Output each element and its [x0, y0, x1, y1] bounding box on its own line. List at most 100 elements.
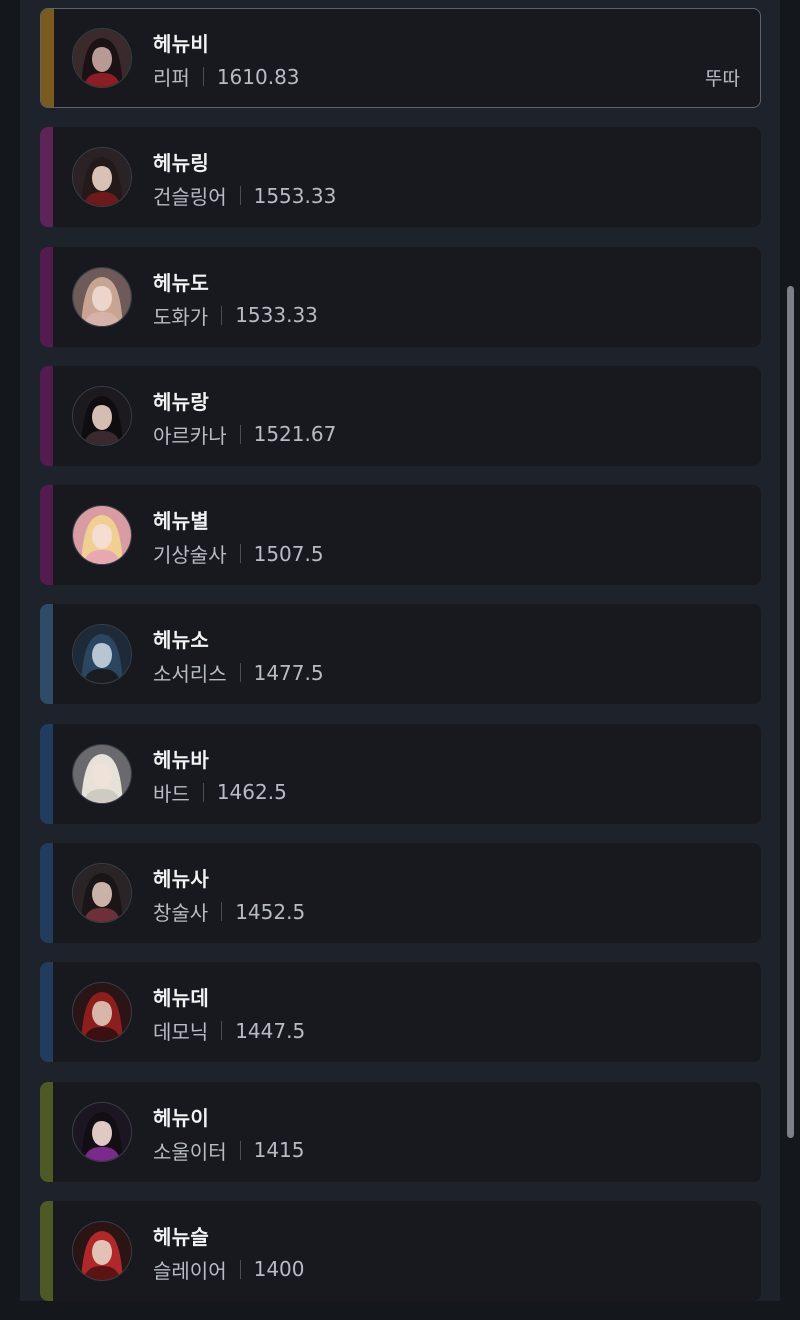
divider	[202, 782, 204, 802]
class-color-stripe	[40, 723, 53, 824]
character-avatar	[72, 1101, 132, 1162]
item-level: 1533.33	[235, 303, 318, 328]
character-class: 창술사	[153, 901, 209, 926]
character-card[interactable]: 헤뉴링 건슬링어 1553.33	[40, 127, 761, 228]
character-avatar	[72, 385, 132, 446]
character-class: 소울이터	[153, 1139, 227, 1164]
character-name: 헤뉴사	[153, 867, 210, 892]
class-color-stripe	[40, 604, 53, 705]
character-info: 데모닉 1447.5	[153, 1016, 305, 1045]
character-name: 헤뉴비	[153, 32, 210, 56]
character-avatar	[72, 1220, 132, 1281]
character-name: 헤뉴이	[153, 1105, 210, 1130]
character-name: 헤뉴랑	[153, 389, 210, 414]
character-info: 소서리스 1477.5	[153, 658, 324, 687]
character-avatar	[72, 982, 132, 1043]
portrait-image	[73, 744, 131, 803]
item-level: 1610.83	[216, 64, 300, 89]
character-list: 헤뉴비 리퍼 1610.83 뚜따 헤뉴링 건슬링어 1553.33 헤뉴도 도…	[40, 8, 761, 1320]
character-card[interactable]: 헤뉴슬 슬레이어 1400	[40, 1200, 761, 1301]
character-card[interactable]: 헤뉴이 소울이터 1415	[40, 1081, 761, 1182]
item-level: 1521.67	[253, 422, 337, 447]
divider	[239, 663, 241, 683]
item-level: 1452.5	[235, 899, 306, 924]
character-class: 아르카나	[153, 423, 227, 448]
character-card[interactable]: 헤뉴바 바드 1462.5	[40, 723, 761, 824]
character-card[interactable]: 헤뉴도 도화가 1533.33	[40, 246, 761, 347]
character-info: 아르카나 1521.67	[153, 420, 336, 449]
character-avatar	[72, 505, 132, 566]
divider	[239, 424, 241, 444]
character-card[interactable]: 헤뉴별 기상술사 1507.5	[40, 485, 761, 586]
divider	[221, 902, 223, 922]
class-color-stripe	[41, 9, 54, 107]
character-card[interactable]: 헤뉴사 창술사 1452.5	[40, 843, 761, 944]
character-card[interactable]: 헤뉴비 리퍼 1610.83 뚜따	[40, 8, 761, 108]
class-color-stripe	[40, 962, 53, 1063]
item-level: 1447.5	[235, 1018, 306, 1043]
divider	[221, 305, 223, 325]
class-color-stripe	[40, 843, 53, 944]
character-avatar	[72, 266, 132, 327]
character-class: 건슬링어	[153, 185, 227, 210]
item-level: 1477.5	[253, 660, 324, 685]
item-level: 1507.5	[253, 541, 324, 566]
character-name: 헤뉴별	[153, 509, 210, 534]
character-name: 헤뉴데	[153, 986, 210, 1011]
character-class: 데모닉	[153, 1020, 209, 1045]
server-tag: 뚜따	[705, 68, 740, 90]
portrait-image	[73, 29, 131, 87]
portrait-image	[73, 983, 131, 1042]
character-card[interactable]: 헤뉴소 소서리스 1477.5	[40, 604, 761, 705]
character-card[interactable]: 헤뉴데 데모닉 1447.5	[40, 962, 761, 1063]
character-name: 헤뉴슬	[153, 1224, 210, 1249]
divider	[239, 1259, 241, 1279]
portrait-image	[73, 267, 131, 326]
character-info: 창술사 1452.5	[153, 897, 305, 926]
item-level: 1400	[253, 1257, 305, 1282]
character-card[interactable]: 헤뉴랑 아르카나 1521.67	[40, 365, 761, 466]
character-class: 소서리스	[153, 662, 227, 687]
character-avatar	[72, 863, 132, 924]
class-color-stripe	[40, 1200, 53, 1301]
character-info: 도화가 1533.33	[153, 301, 318, 330]
portrait-image	[73, 625, 131, 684]
character-class: 리퍼	[153, 66, 190, 90]
character-avatar	[72, 743, 132, 804]
divider	[239, 544, 241, 564]
portrait-image	[73, 864, 131, 923]
character-class: 슬레이어	[153, 1258, 227, 1283]
character-name: 헤뉴소	[153, 628, 210, 653]
divider	[239, 186, 241, 206]
character-name: 헤뉴바	[153, 747, 210, 772]
character-class: 도화가	[153, 304, 209, 329]
divider	[202, 67, 204, 86]
class-color-stripe	[40, 1081, 53, 1182]
item-level: 1462.5	[216, 780, 287, 805]
character-name: 헤뉴도	[153, 270, 210, 295]
character-avatar	[72, 147, 132, 208]
class-color-stripe	[40, 365, 53, 466]
character-info: 소울이터 1415	[153, 1136, 305, 1165]
class-color-stripe	[40, 246, 53, 347]
scrollbar-thumb[interactable]	[787, 286, 794, 1138]
portrait-image	[73, 148, 131, 207]
portrait-image	[73, 506, 131, 565]
portrait-image	[73, 386, 131, 445]
character-info: 슬레이어 1400	[153, 1255, 305, 1284]
item-level: 1553.33	[253, 183, 337, 208]
character-avatar	[72, 28, 132, 88]
character-class: 바드	[153, 781, 190, 806]
portrait-image	[73, 1102, 131, 1161]
character-avatar	[72, 624, 132, 685]
divider	[239, 1140, 241, 1160]
character-info: 바드 1462.5	[153, 778, 287, 807]
portrait-image	[73, 1221, 131, 1280]
character-info: 리퍼 1610.83	[153, 62, 300, 91]
item-level: 1415	[253, 1138, 305, 1163]
character-class: 기상술사	[153, 543, 227, 568]
divider	[221, 1021, 223, 1041]
character-info: 건슬링어 1553.33	[153, 181, 336, 210]
class-color-stripe	[40, 127, 53, 228]
class-color-stripe	[40, 485, 53, 586]
